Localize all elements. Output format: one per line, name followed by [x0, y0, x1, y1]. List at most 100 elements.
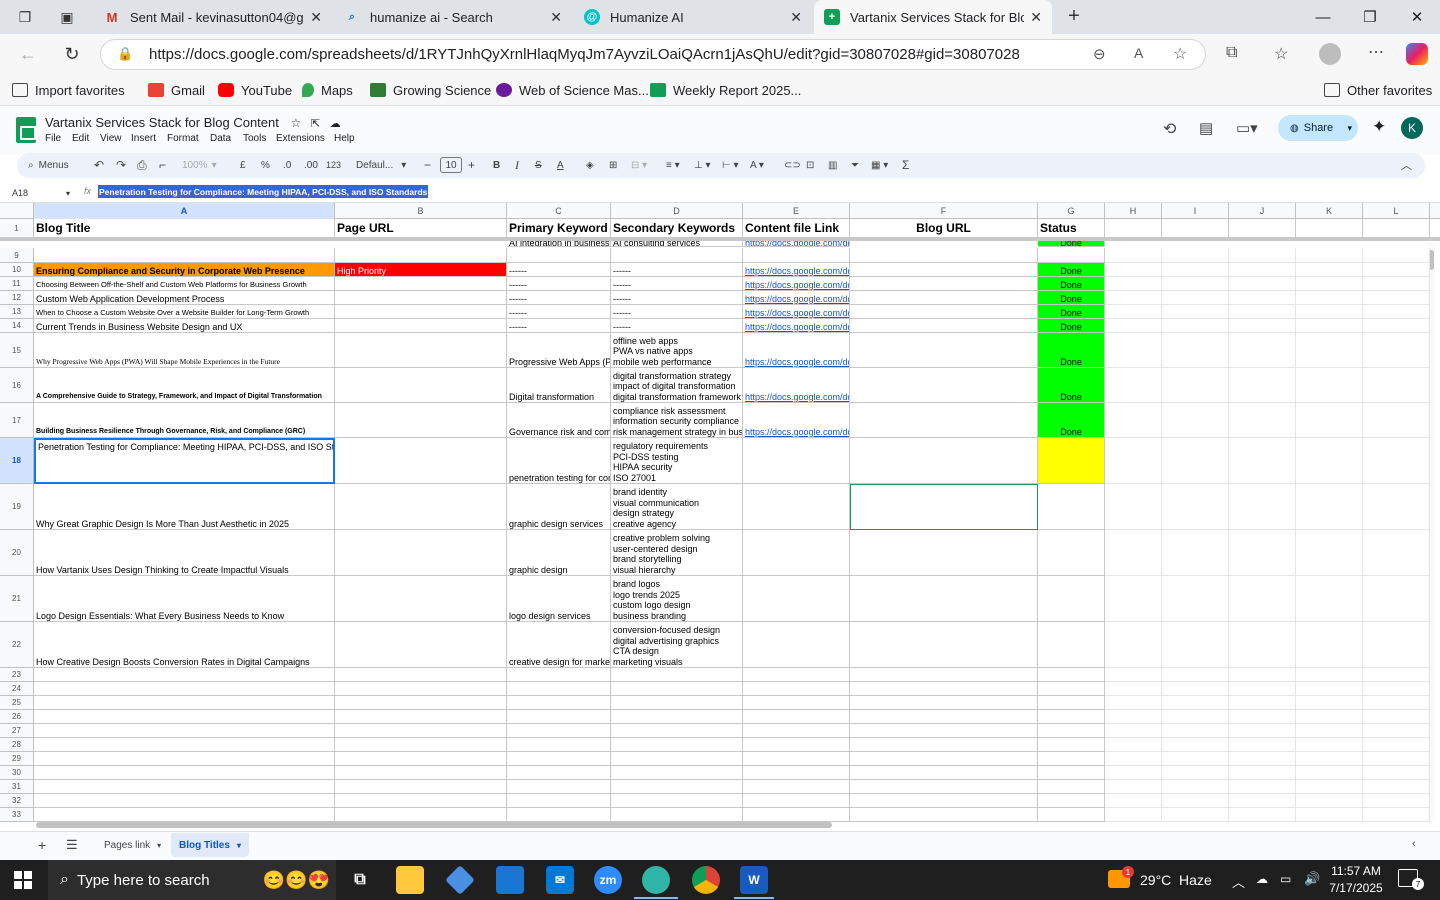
cell[interactable]	[1038, 752, 1105, 766]
cell[interactable]	[34, 780, 335, 794]
cell-blog-url[interactable]	[850, 576, 1038, 622]
cell[interactable]	[1162, 724, 1229, 738]
favorites-icon[interactable]: ☆	[1274, 44, 1288, 64]
cell-page-url[interactable]	[335, 403, 507, 438]
cell[interactable]	[1296, 682, 1363, 696]
cell-page-url[interactable]	[335, 333, 507, 368]
menu-data[interactable]: Data	[210, 133, 231, 144]
cell[interactable]	[1162, 766, 1229, 780]
cell-content-link[interactable]: https://docs.google.com/dd	[743, 319, 850, 333]
cell[interactable]	[1229, 291, 1296, 305]
increase-decimal-button[interactable]: .00	[304, 158, 318, 172]
cell-content-link[interactable]	[743, 622, 850, 668]
partial-cell-g[interactable]: Done	[1038, 241, 1105, 247]
cell[interactable]	[1229, 738, 1296, 752]
menu-file[interactable]: File	[45, 133, 61, 144]
profile-avatar[interactable]	[1319, 43, 1341, 65]
cell-blog-title[interactable]: Custom Web Application Development Proce…	[34, 291, 335, 305]
cell-content-link[interactable]	[743, 530, 850, 576]
cell[interactable]	[1363, 710, 1430, 724]
column-header-j[interactable]: J	[1229, 203, 1296, 219]
cell[interactable]	[1363, 808, 1430, 822]
tab-humanize-ai[interactable]: @ Humanize AI ✕	[574, 0, 812, 34]
cell[interactable]	[1105, 622, 1162, 668]
cell-blog-title[interactable]: Ensuring Compliance and Security in Corp…	[34, 263, 335, 277]
extensions-icon[interactable]: ⧉	[1226, 44, 1237, 62]
menu-help[interactable]: Help	[334, 133, 355, 144]
cell[interactable]	[34, 738, 335, 752]
cell-blog-title[interactable]: How Vartanix Uses Design Thinking to Cre…	[34, 530, 335, 576]
cell[interactable]	[1296, 484, 1363, 530]
cell[interactable]	[1296, 738, 1363, 752]
cell[interactable]	[1229, 305, 1296, 319]
cell-status[interactable]: Done	[1038, 291, 1105, 305]
cell-content-link[interactable]: https://docs.google.com/dd	[743, 333, 850, 368]
cell[interactable]	[507, 668, 611, 682]
cell[interactable]	[1105, 333, 1162, 368]
cell-secondary-keywords[interactable]: ------	[611, 319, 743, 333]
cell-status[interactable]: Done	[1038, 263, 1105, 277]
row-number[interactable]: 24	[0, 682, 34, 696]
cell[interactable]	[850, 668, 1038, 682]
workspaces-icon[interactable]: ❐	[14, 6, 36, 28]
italic-icon[interactable]: I	[515, 158, 519, 172]
file-explorer-icon[interactable]	[396, 866, 424, 894]
percent-format-button[interactable]: %	[261, 158, 270, 172]
close-icon[interactable]: ✕	[790, 9, 802, 26]
select-all-corner[interactable]	[0, 203, 34, 219]
cell[interactable]	[1229, 219, 1296, 238]
cell[interactable]	[1162, 530, 1229, 576]
cell[interactable]	[1162, 263, 1229, 277]
cell[interactable]	[1363, 738, 1430, 752]
text-color-icon[interactable]: A	[557, 158, 564, 172]
move-icon[interactable]: ⇱	[311, 118, 320, 130]
cell-blog-title[interactable]: Choosing Between Off-the-Shelf and Custo…	[34, 277, 335, 291]
cell[interactable]	[611, 668, 743, 682]
cell-status[interactable]	[1038, 438, 1105, 484]
decrease-decimal-button[interactable]: .0	[283, 158, 291, 172]
chrome-icon[interactable]	[692, 866, 720, 894]
minimize-button[interactable]: —	[1300, 0, 1346, 34]
new-tab-button[interactable]: +	[1062, 4, 1086, 28]
cell[interactable]	[1162, 682, 1229, 696]
cell[interactable]	[850, 696, 1038, 710]
cell[interactable]	[1105, 780, 1162, 794]
column-header-b[interactable]: B	[335, 203, 507, 219]
cell[interactable]	[1296, 576, 1363, 622]
row-number[interactable]: 26	[0, 710, 34, 724]
cell-status[interactable]	[1038, 530, 1105, 576]
menu-insert[interactable]: Insert	[131, 133, 156, 144]
cell[interactable]	[1229, 622, 1296, 668]
row-number[interactable]: 13	[0, 305, 34, 319]
cell[interactable]	[611, 752, 743, 766]
menu-edit[interactable]: Edit	[72, 133, 89, 144]
print-icon[interactable]: ⎙	[137, 158, 147, 172]
tab-sent-mail[interactable]: M Sent Mail - kevinasutton04@gma ✕	[94, 0, 332, 34]
cell[interactable]	[611, 808, 743, 822]
insert-comment-icon[interactable]: ⊡	[806, 158, 814, 172]
cell[interactable]	[1105, 319, 1162, 333]
cell[interactable]	[1363, 576, 1430, 622]
cell[interactable]	[1229, 766, 1296, 780]
cell-primary-keyword[interactable]: ------	[507, 319, 611, 333]
cell[interactable]	[1229, 696, 1296, 710]
cell[interactable]	[1229, 780, 1296, 794]
cell[interactable]	[1296, 277, 1363, 291]
cell[interactable]	[34, 682, 335, 696]
cell-blog-title[interactable]: Current Trends in Business Website Desig…	[34, 319, 335, 333]
cell[interactable]	[743, 682, 850, 696]
header-cell-c[interactable]: Primary Keyword	[507, 219, 611, 238]
cell[interactable]	[743, 780, 850, 794]
cell-primary-keyword[interactable]: creative design for marketing	[507, 622, 611, 668]
merge-cells-icon[interactable]: ⊟ ▾	[631, 158, 647, 172]
cell-status[interactable]: Done	[1038, 305, 1105, 319]
network-icon[interactable]: ☁	[1256, 872, 1268, 886]
cell[interactable]	[507, 724, 611, 738]
cell[interactable]	[34, 710, 335, 724]
favorite-growing-science[interactable]: Growing Science	[370, 80, 491, 100]
cell[interactable]	[1296, 530, 1363, 576]
cell[interactable]	[1296, 403, 1363, 438]
cell-blog-url[interactable]	[850, 263, 1038, 277]
header-cell-b[interactable]: Page URL	[335, 219, 507, 238]
cell[interactable]	[34, 794, 335, 808]
